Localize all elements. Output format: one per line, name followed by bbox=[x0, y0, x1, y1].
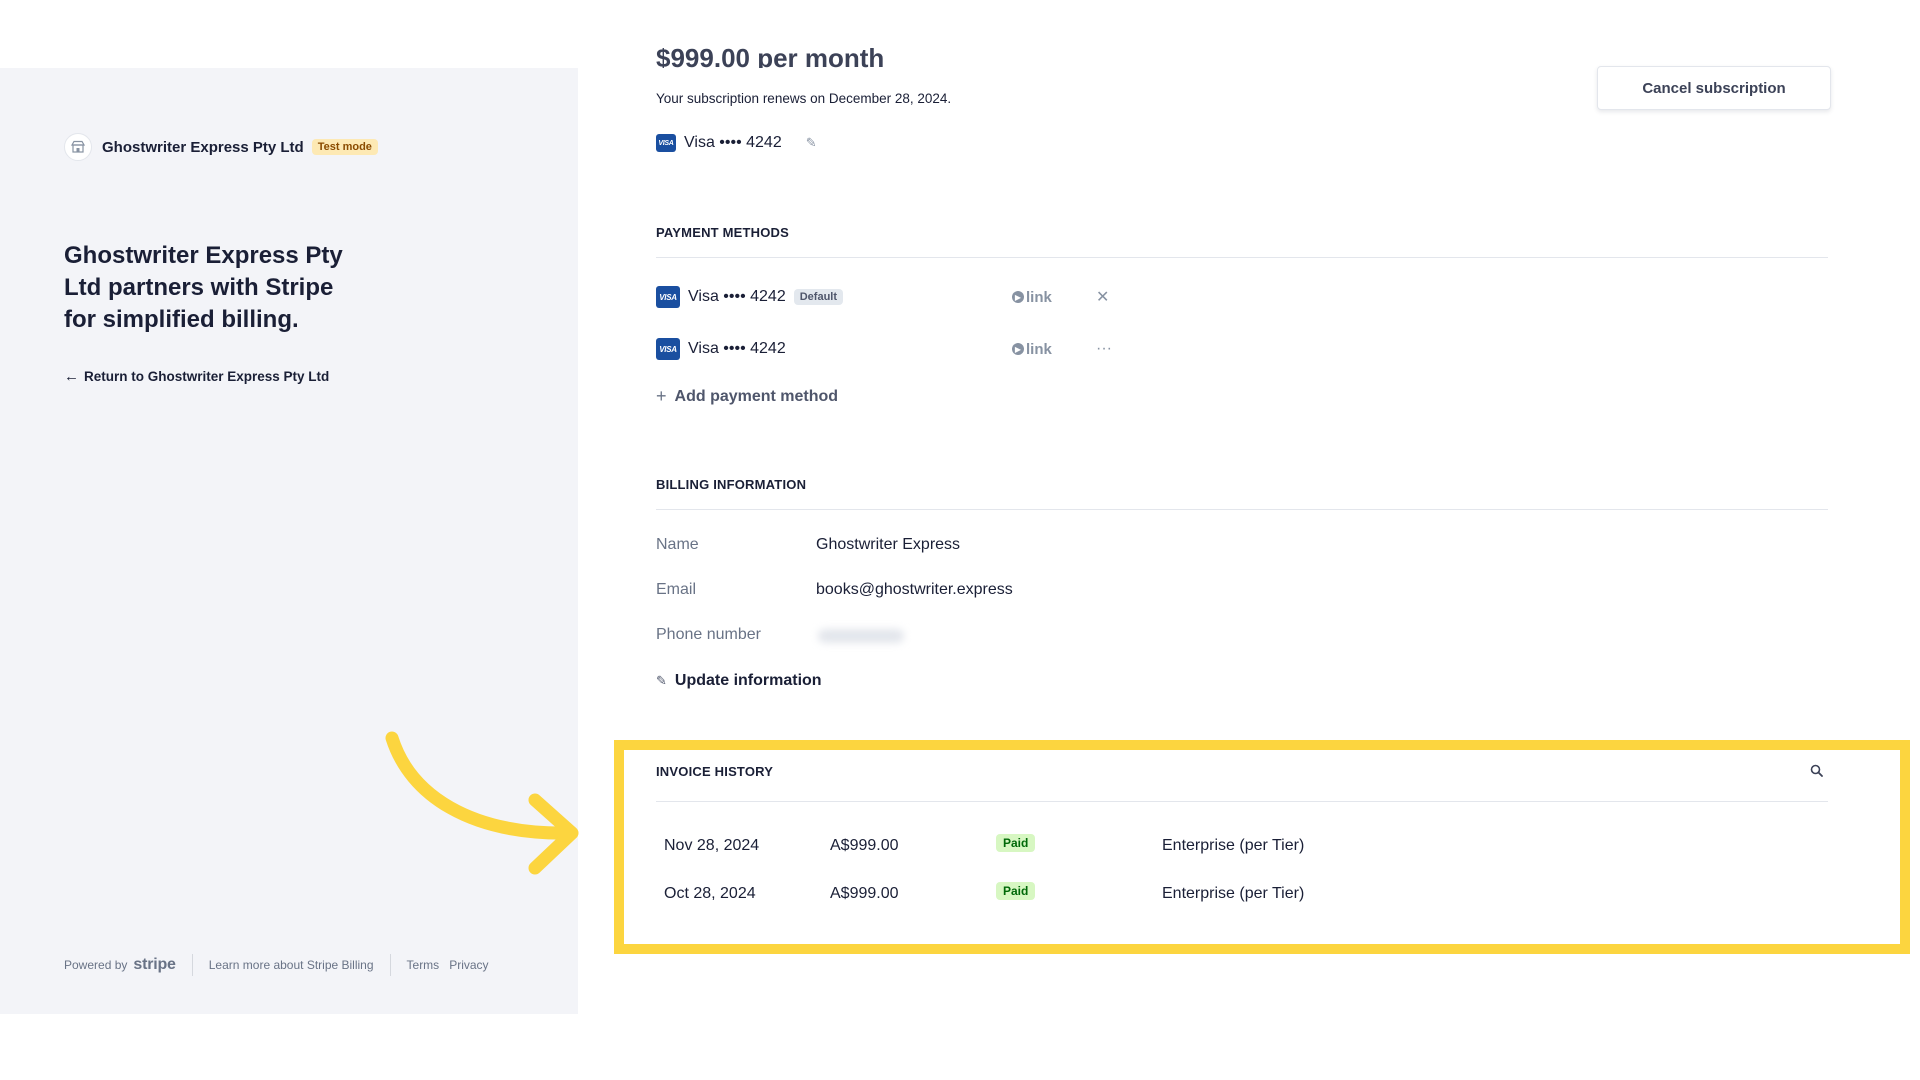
add-payment-method-button[interactable]: + Add payment method bbox=[656, 386, 838, 407]
billing-information-title: BILLING INFORMATION bbox=[656, 477, 807, 492]
payment-method-row: VISA Visa •••• 4242 ▶ link ··· bbox=[656, 334, 1116, 364]
card-label: Visa •••• 4242 bbox=[688, 288, 786, 305]
terms-link[interactable]: Terms bbox=[407, 958, 440, 972]
privacy-link[interactable]: Privacy bbox=[449, 958, 488, 972]
invoice-history-highlight bbox=[614, 740, 1910, 954]
portal-footer: Powered by stripe Learn more about Strip… bbox=[64, 954, 489, 976]
return-to-merchant-link[interactable]: ← Return to Ghostwriter Express Pty Ltd bbox=[64, 368, 329, 385]
payment-methods-title: PAYMENT METHODS bbox=[656, 225, 790, 240]
learn-more-link[interactable]: Learn more about Stripe Billing bbox=[209, 958, 374, 972]
update-information-button[interactable]: ✎ Update information bbox=[656, 672, 822, 690]
section-divider bbox=[656, 257, 1828, 258]
link-wallet-text: link bbox=[1026, 340, 1052, 358]
link-wallet-label: ▶ link bbox=[1012, 289, 1052, 306]
name-label: Name bbox=[656, 536, 699, 553]
more-icon[interactable]: ··· bbox=[1096, 340, 1112, 358]
visa-icon: VISA bbox=[656, 134, 676, 152]
close-icon[interactable]: ✕ bbox=[1096, 287, 1109, 307]
subscription-payment-card: VISA Visa •••• 4242 ✎ bbox=[656, 134, 817, 152]
merchant-tagline: Ghostwriter Express Pty Ltd partners wit… bbox=[64, 242, 343, 333]
renewal-text: Your subscription renews on December 28,… bbox=[656, 91, 952, 106]
section-divider bbox=[656, 509, 1828, 510]
edit-icon[interactable]: ✎ bbox=[806, 135, 817, 151]
powered-by-label: Powered by bbox=[64, 958, 128, 972]
payment-method-row: VISA Visa •••• 4242 Default ▶ link ✕ bbox=[656, 282, 1116, 312]
edit-icon: ✎ bbox=[656, 673, 667, 688]
merchant-name: Ghostwriter Express Pty Ltd bbox=[102, 138, 304, 156]
phone-value-redacted bbox=[818, 629, 904, 643]
link-logo-icon: ▶ bbox=[1012, 291, 1024, 303]
add-payment-method-label: Add payment method bbox=[674, 387, 839, 405]
subscription-price: $999.00 per month bbox=[656, 48, 885, 68]
link-wallet-text: link bbox=[1026, 288, 1052, 306]
arrow-left-icon: ← bbox=[64, 368, 79, 385]
default-badge: Default bbox=[793, 289, 844, 305]
card-label: Visa •••• 4242 bbox=[684, 134, 782, 151]
email-value: books@ghostwriter.express bbox=[816, 581, 1013, 598]
plus-icon: + bbox=[656, 386, 667, 406]
visa-icon: VISA bbox=[656, 338, 680, 360]
callout-arrow-icon bbox=[385, 731, 579, 875]
name-value: Ghostwriter Express bbox=[816, 536, 961, 553]
phone-label: Phone number bbox=[656, 626, 761, 643]
storefront-icon bbox=[64, 133, 92, 161]
card-label: Visa •••• 4242 bbox=[688, 340, 786, 357]
link-wallet-label: ▶ link bbox=[1012, 341, 1052, 358]
test-mode-badge: Test mode bbox=[311, 139, 378, 155]
merchant-header: Ghostwriter Express Pty Ltd Test mode bbox=[64, 133, 378, 161]
footer-divider bbox=[191, 954, 193, 976]
link-logo-icon: ▶ bbox=[1012, 343, 1024, 355]
return-link-label: Return to Ghostwriter Express Pty Ltd bbox=[84, 369, 330, 384]
footer-divider bbox=[389, 954, 391, 976]
update-information-label: Update information bbox=[674, 672, 822, 689]
cancel-subscription-button[interactable]: Cancel subscription bbox=[1597, 66, 1831, 110]
email-label: Email bbox=[656, 581, 697, 598]
visa-icon: VISA bbox=[656, 286, 680, 308]
stripe-logo[interactable]: stripe bbox=[133, 956, 176, 974]
